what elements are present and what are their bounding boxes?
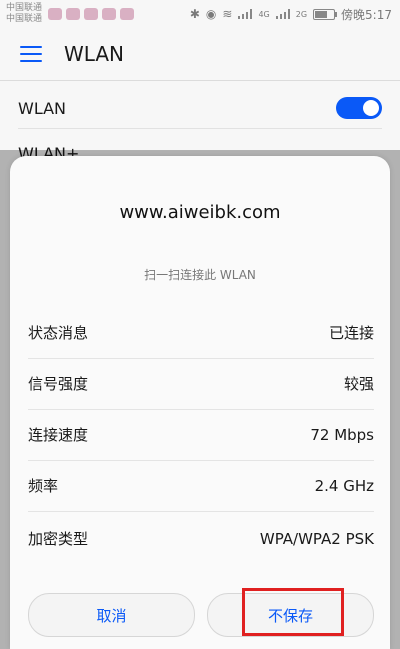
app-notification-icon <box>48 8 63 20</box>
signal-icon-2 <box>275 9 290 19</box>
wifi-icon: ≋ <box>222 7 233 21</box>
info-label: 连接速度 <box>28 426 89 444</box>
info-label: 信号强度 <box>28 375 89 393</box>
info-value: 已连接 <box>328 324 374 342</box>
carrier-1: 中国联通 <box>6 3 43 13</box>
wlan-toggle-switch[interactable] <box>336 97 382 119</box>
status-right: ✱ ◉ ≋ 4G 2G 傍晚5:17 <box>190 6 392 23</box>
info-label: 状态消息 <box>28 324 89 342</box>
info-value: 较强 <box>343 375 374 393</box>
scan-hint: 扫一扫连接此 WLAN <box>144 268 256 282</box>
wlan-toggle-row[interactable]: WLAN <box>18 88 382 129</box>
info-row-signal: 信号强度 较强 <box>28 358 374 410</box>
highlight-box <box>242 588 344 636</box>
cancel-button[interactable]: 取消 <box>28 593 195 637</box>
carrier-2: 中国联通 <box>6 14 43 24</box>
menu-icon[interactable] <box>20 46 42 62</box>
signal-type-label-2: 2G <box>295 9 308 19</box>
info-row-status: 状态消息 已连接 <box>28 307 374 359</box>
network-details-dialog: www.aiweibk.com 扫一扫连接此 WLAN 状态消息 已连接 信号强… <box>10 156 390 649</box>
app-notification-icon <box>102 8 117 20</box>
app-header: WLAN <box>0 28 400 80</box>
eye-icon: ◉ <box>205 7 217 21</box>
wlan-label: WLAN <box>18 98 67 118</box>
notification-icons <box>48 8 135 20</box>
info-label: 频率 <box>28 477 59 495</box>
status-bar: 中国联通 中国联通 ✱ ◉ ≋ 4G 2G 傍晚5:17 <box>0 0 400 28</box>
info-row-speed: 连接速度 72 Mbps <box>28 409 374 461</box>
screen: 中国联通 中国联通 ✱ ◉ ≋ 4G 2G 傍晚5:17 WLAN WLAN W… <box>0 0 400 649</box>
bluetooth-icon: ✱ <box>189 7 200 21</box>
carrier-info: 中国联通 中国联通 <box>6 3 42 25</box>
header-divider <box>0 80 400 81</box>
app-notification-icon <box>66 8 81 20</box>
info-row-frequency: 频率 2.4 GHz <box>28 460 374 512</box>
app-notification-icon <box>84 8 99 20</box>
app-notification-icon <box>120 8 135 20</box>
battery-icon <box>313 8 338 20</box>
info-value: WPA/WPA2 PSK <box>259 529 374 548</box>
info-value: 72 Mbps <box>310 425 374 444</box>
signal-icon <box>238 9 253 19</box>
info-row-encryption: 加密类型 WPA/WPA2 PSK <box>28 513 374 564</box>
info-value: 2.4 GHz <box>314 476 374 495</box>
info-label: 加密类型 <box>28 530 89 548</box>
dialog-network-name: www.aiweibk.com <box>119 202 281 223</box>
signal-type-label: 4G <box>258 9 270 19</box>
clock: 傍晚5:17 <box>341 7 392 22</box>
page-title: WLAN <box>64 42 125 66</box>
